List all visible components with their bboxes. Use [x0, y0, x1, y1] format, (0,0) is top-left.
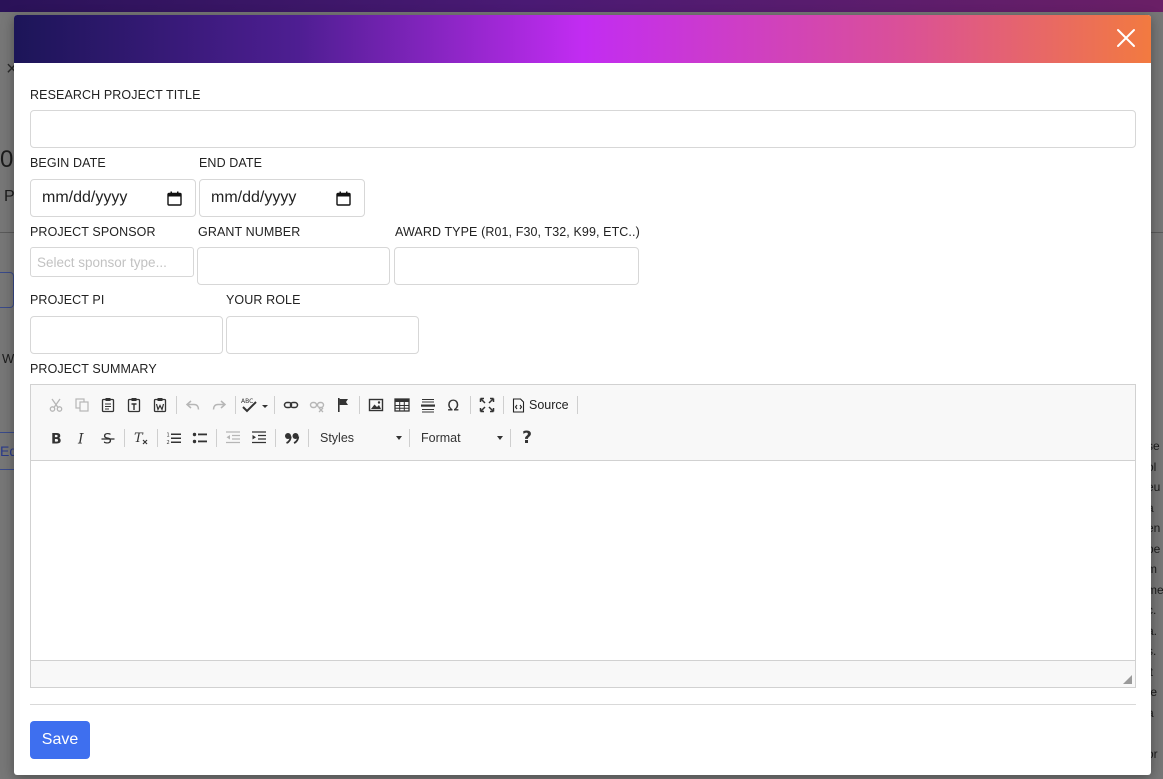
bold-icon[interactable]: B: [43, 425, 69, 451]
strikethrough-icon[interactable]: S: [95, 425, 121, 451]
close-icon: [1117, 29, 1135, 47]
redo-icon[interactable]: [206, 392, 232, 418]
project-pi-input[interactable]: [30, 316, 223, 354]
project-title-input[interactable]: [30, 110, 1136, 148]
remove-format-icon[interactable]: T: [128, 425, 154, 451]
background-text-fragment-2: W: [2, 351, 15, 366]
begin-date-value: mm/dd/yyyy: [42, 189, 128, 206]
grant-number-input[interactable]: [197, 247, 390, 285]
background-top-bar: [0, 0, 1163, 12]
blockquote-icon[interactable]: [279, 425, 305, 451]
save-button[interactable]: Save: [30, 721, 90, 759]
sponsor-placeholder: Select sponsor type...: [37, 254, 167, 270]
paste-text-icon[interactable]: [121, 392, 147, 418]
styles-label: Styles: [320, 431, 355, 445]
help-icon[interactable]: ?: [514, 425, 540, 451]
paste-word-icon[interactable]: [147, 392, 173, 418]
toolbar-separator: [275, 429, 276, 447]
project-sponsor-select[interactable]: Select sponsor type...: [30, 247, 194, 277]
editor-toolbar-row-1: ABC Ω Source: [31, 390, 581, 420]
editor-toolbar-row-2: B I S T 12 Styles Format ?: [31, 423, 540, 453]
source-icon: [512, 397, 525, 413]
chevron-down-icon: [497, 436, 503, 440]
numbered-list-icon[interactable]: 12: [161, 425, 187, 451]
copy-icon[interactable]: [69, 392, 95, 418]
modal-header: [14, 15, 1151, 63]
styles-dropdown[interactable]: Styles: [312, 426, 406, 450]
end-date-value: mm/dd/yyyy: [211, 189, 297, 206]
background-divider: [0, 232, 14, 233]
table-icon[interactable]: [389, 392, 415, 418]
svg-text:T: T: [134, 431, 144, 446]
toolbar-separator: [576, 396, 578, 414]
grant-number-label: GRANT NUMBER: [198, 225, 301, 239]
toolbar-separator: [124, 429, 125, 447]
background-button-fragment: [0, 272, 14, 308]
resize-handle-icon[interactable]: [1123, 675, 1132, 684]
project-sponsor-label: PROJECT SPONSOR: [30, 225, 156, 239]
svg-text:1: 1: [167, 433, 170, 439]
svg-text:Ω: Ω: [448, 397, 459, 413]
cut-icon[interactable]: [43, 392, 69, 418]
image-icon[interactable]: [363, 392, 389, 418]
your-role-input[interactable]: [226, 316, 419, 354]
end-date-label: END DATE: [199, 156, 263, 170]
svg-text:I: I: [77, 432, 84, 447]
toolbar-separator: [216, 429, 217, 447]
calendar-icon[interactable]: [167, 191, 182, 206]
svg-text:ABC: ABC: [241, 398, 253, 405]
toolbar-separator: [274, 396, 275, 414]
end-date-input[interactable]: mm/dd/yyyy: [199, 179, 365, 217]
horizontal-rule-icon[interactable]: [415, 392, 441, 418]
format-label: Format: [421, 431, 461, 445]
toolbar-separator: [510, 429, 511, 447]
begin-date-label: BEGIN DATE: [30, 156, 106, 170]
project-title-label: RESEARCH PROJECT TITLE: [30, 88, 201, 102]
special-char-icon[interactable]: Ω: [441, 392, 467, 418]
background-right-divider: [1151, 232, 1163, 233]
award-type-label: AWARD TYPE (R01, F30, T32, K99, ETC..): [395, 225, 640, 239]
project-pi-label: PROJECT PI: [30, 293, 105, 307]
calendar-icon[interactable]: [336, 191, 351, 206]
help-label: ?: [522, 428, 532, 448]
svg-text:B: B: [51, 432, 62, 447]
anchor-icon[interactable]: [330, 392, 356, 418]
editor-content-area[interactable]: [31, 460, 1135, 661]
toolbar-separator: [470, 396, 471, 414]
toolbar-separator: [409, 429, 410, 447]
undo-icon[interactable]: [180, 392, 206, 418]
source-label: Source: [529, 398, 569, 412]
your-role-label: YOUR ROLE: [226, 293, 301, 307]
toolbar-separator: [235, 396, 236, 414]
chevron-down-icon: [396, 436, 402, 440]
toolbar-separator: [308, 429, 309, 447]
maximize-icon[interactable]: [474, 392, 500, 418]
toolbar-separator: [503, 396, 504, 414]
format-dropdown[interactable]: Format: [413, 426, 507, 450]
outdent-icon[interactable]: [220, 425, 246, 451]
spellcheck-icon[interactable]: ABC: [239, 392, 271, 418]
bulleted-list-icon[interactable]: [187, 425, 213, 451]
toolbar-separator: [359, 396, 360, 414]
award-type-input[interactable]: [394, 247, 639, 285]
source-button[interactable]: Source: [507, 392, 574, 418]
link-icon[interactable]: [278, 392, 304, 418]
toolbar-separator: [176, 396, 177, 414]
paste-icon[interactable]: [95, 392, 121, 418]
footer-divider: [30, 704, 1136, 705]
svg-text:2: 2: [167, 440, 170, 446]
project-summary-label: PROJECT SUMMARY: [30, 362, 157, 376]
close-button[interactable]: [1115, 27, 1137, 49]
begin-date-input[interactable]: mm/dd/yyyy: [30, 179, 196, 217]
toolbar-separator: [157, 429, 158, 447]
italic-icon[interactable]: I: [69, 425, 95, 451]
unlink-icon[interactable]: [304, 392, 330, 418]
indent-icon[interactable]: [246, 425, 272, 451]
rich-text-editor: ABC Ω Source B I S T 1 2 Styles Format ?: [30, 384, 1136, 688]
project-modal: RESEARCH PROJECT TITLE BEGIN DATE END DA…: [14, 15, 1151, 775]
